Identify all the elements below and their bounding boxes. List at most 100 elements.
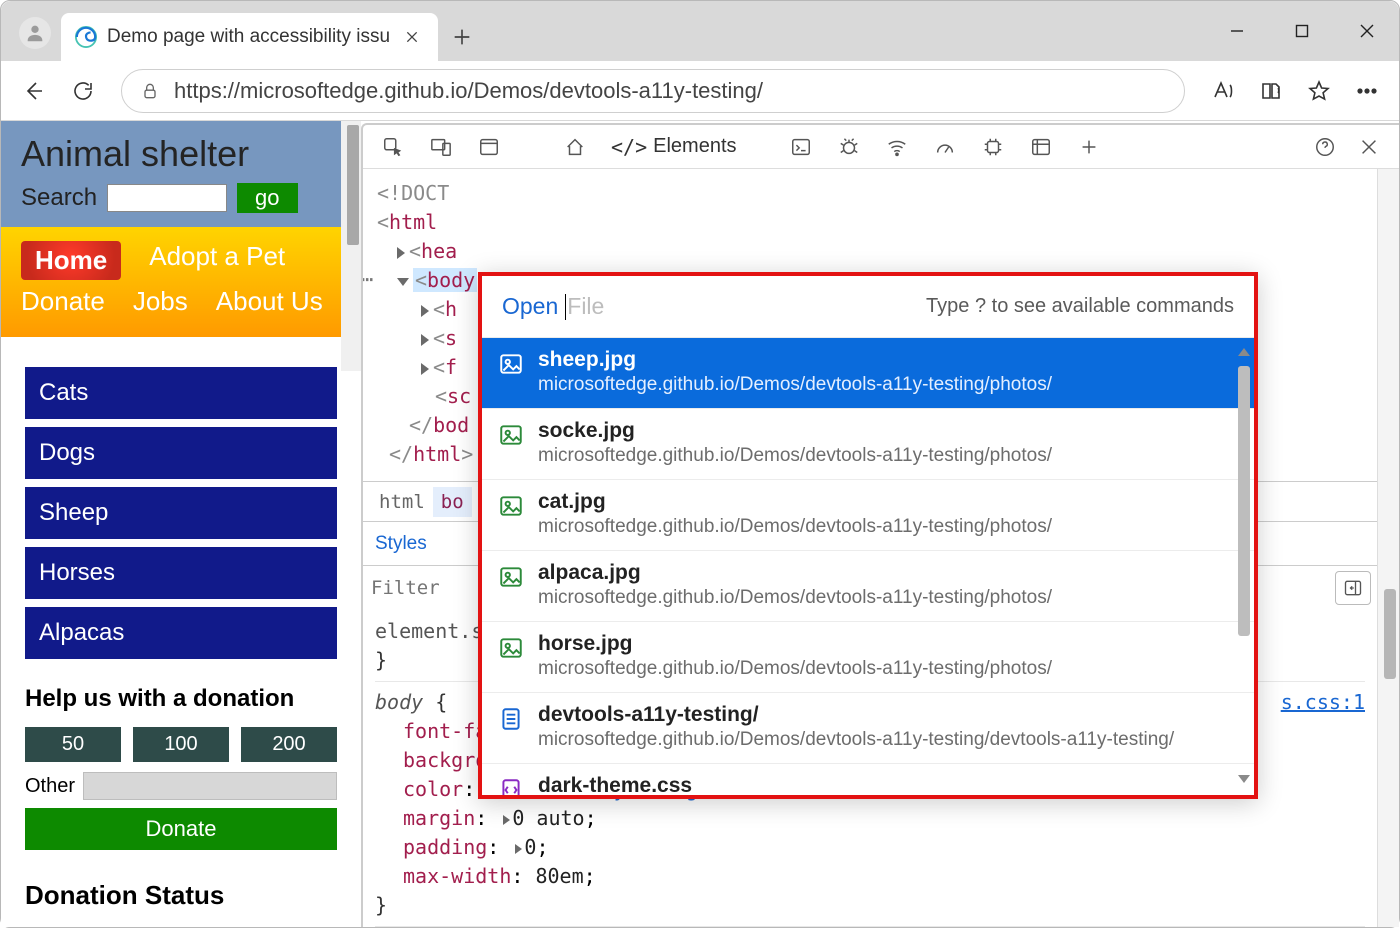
go-button[interactable]: go bbox=[237, 183, 297, 213]
favorite-button[interactable] bbox=[1297, 69, 1341, 113]
elements-tab[interactable]: </>Elements bbox=[603, 135, 745, 159]
search-label: Search bbox=[21, 184, 97, 212]
scroll-down-icon[interactable] bbox=[1238, 775, 1250, 783]
help-button[interactable] bbox=[1305, 127, 1345, 167]
donate-button[interactable]: Donate bbox=[25, 808, 337, 850]
devices-icon bbox=[430, 136, 452, 158]
site-scrollbar[interactable] bbox=[341, 121, 361, 371]
maximize-button[interactable] bbox=[1269, 1, 1334, 61]
list-item[interactable]: Alpacas bbox=[25, 607, 337, 659]
other-amount-input[interactable] bbox=[83, 772, 337, 800]
toggle-sidebar-button[interactable] bbox=[1335, 571, 1371, 605]
back-button[interactable] bbox=[11, 69, 55, 113]
command-result-item[interactable]: horse.jpgmicrosoftedge.github.io/Demos/d… bbox=[482, 622, 1254, 693]
add-tab-button[interactable] bbox=[1069, 127, 1109, 167]
nav-adopt[interactable]: Adopt a Pet bbox=[149, 241, 285, 280]
breadcrumb-item[interactable]: html bbox=[371, 487, 433, 517]
device-toggle[interactable] bbox=[421, 127, 461, 167]
refresh-button[interactable] bbox=[61, 69, 105, 113]
nav-donate[interactable]: Donate bbox=[21, 286, 105, 317]
scroll-up-icon[interactable] bbox=[1238, 348, 1250, 356]
css-source-link[interactable]: s.css:1 bbox=[1281, 688, 1365, 717]
nav-jobs[interactable]: Jobs bbox=[133, 286, 188, 317]
expand-icon[interactable] bbox=[421, 305, 429, 317]
command-placeholder: File bbox=[567, 293, 604, 320]
nav-home[interactable]: Home bbox=[21, 241, 121, 280]
console-icon bbox=[790, 136, 812, 158]
result-path: microsoftedge.github.io/Demos/devtools-a… bbox=[538, 587, 1052, 609]
devtools-scrollbar[interactable] bbox=[1377, 169, 1399, 927]
command-input-row[interactable]: Open File Type ? to see available comman… bbox=[482, 276, 1254, 338]
command-result-item[interactable]: dark-theme.css bbox=[482, 764, 1254, 795]
command-result-item[interactable]: cat.jpgmicrosoftedge.github.io/Demos/dev… bbox=[482, 480, 1254, 551]
expand-icon[interactable] bbox=[421, 334, 429, 346]
command-result-item[interactable]: devtools-a11y-testing/microsoftedge.gith… bbox=[482, 693, 1254, 764]
url-text: https://microsoftedge.github.io/Demos/de… bbox=[174, 78, 763, 104]
close-icon bbox=[1358, 136, 1380, 158]
site-header: Animal shelter Search go bbox=[1, 121, 361, 227]
command-hint: Type ? to see available commands bbox=[926, 295, 1234, 318]
command-result-item[interactable]: sheep.jpgmicrosoftedge.github.io/Demos/d… bbox=[482, 338, 1254, 409]
text-cursor bbox=[565, 294, 566, 320]
devtools-close-button[interactable] bbox=[1349, 127, 1389, 167]
ellipsis-icon[interactable]: ⋯ bbox=[363, 265, 373, 294]
command-scrollbar[interactable] bbox=[1238, 348, 1250, 755]
command-menu: Open File Type ? to see available comman… bbox=[478, 272, 1258, 799]
memory-tab[interactable] bbox=[973, 127, 1013, 167]
result-path: microsoftedge.github.io/Demos/devtools-a… bbox=[538, 729, 1174, 751]
collapse-icon[interactable] bbox=[397, 278, 409, 286]
list-item[interactable]: Dogs bbox=[25, 427, 337, 479]
close-window-button[interactable] bbox=[1334, 1, 1399, 61]
site-nav: Home Adopt a Pet Donate Jobs About Us bbox=[1, 227, 361, 337]
inspect-button[interactable] bbox=[373, 127, 413, 167]
new-tab-button[interactable] bbox=[438, 13, 486, 61]
expand-icon[interactable] bbox=[515, 844, 522, 854]
image-icon bbox=[498, 635, 524, 661]
donation-amount-button[interactable]: 200 bbox=[241, 727, 337, 762]
nav-about[interactable]: About Us bbox=[216, 286, 323, 317]
letter-icon bbox=[1211, 79, 1235, 103]
minimize-button[interactable] bbox=[1204, 1, 1269, 61]
tab-close-button[interactable] bbox=[400, 25, 424, 49]
immersive-reader-button[interactable] bbox=[1249, 69, 1293, 113]
panel-icon bbox=[478, 136, 500, 158]
tab-strip: Demo page with accessibility issu bbox=[1, 1, 1399, 61]
active-tab[interactable]: Demo page with accessibility issu bbox=[61, 13, 438, 61]
list-item[interactable]: Horses bbox=[25, 547, 337, 599]
command-result-item[interactable]: alpaca.jpgmicrosoftedge.github.io/Demos/… bbox=[482, 551, 1254, 622]
star-icon bbox=[1307, 79, 1331, 103]
profile-badge[interactable] bbox=[19, 17, 51, 49]
expand-icon[interactable] bbox=[421, 363, 429, 375]
url-input[interactable]: https://microsoftedge.github.io/Demos/de… bbox=[121, 69, 1185, 113]
application-tab[interactable] bbox=[1021, 127, 1061, 167]
welcome-tab[interactable] bbox=[469, 127, 509, 167]
gauge-icon bbox=[934, 136, 956, 158]
expand-icon[interactable] bbox=[397, 247, 405, 259]
search-input[interactable] bbox=[107, 184, 227, 212]
plus-icon bbox=[451, 26, 473, 48]
bug-icon bbox=[838, 136, 860, 158]
window-controls bbox=[1204, 1, 1399, 61]
expand-icon[interactable] bbox=[503, 815, 510, 825]
breadcrumb-item-selected[interactable]: bo bbox=[433, 487, 472, 517]
list-item[interactable]: Cats bbox=[25, 367, 337, 419]
maximize-icon bbox=[1295, 24, 1309, 38]
site-title: Animal shelter bbox=[21, 133, 341, 175]
network-tab[interactable] bbox=[877, 127, 917, 167]
list-item[interactable]: Sheep bbox=[25, 487, 337, 539]
command-result-list: sheep.jpgmicrosoftedge.github.io/Demos/d… bbox=[482, 338, 1254, 795]
read-aloud-button[interactable] bbox=[1201, 69, 1245, 113]
result-path: microsoftedge.github.io/Demos/devtools-a… bbox=[538, 658, 1052, 680]
performance-tab[interactable] bbox=[925, 127, 965, 167]
home-tab[interactable] bbox=[555, 127, 595, 167]
command-mode-label: Open bbox=[502, 293, 558, 320]
donation-amount-button[interactable]: 50 bbox=[25, 727, 121, 762]
more-button[interactable] bbox=[1345, 69, 1389, 113]
result-path: microsoftedge.github.io/Demos/devtools-a… bbox=[538, 374, 1052, 396]
donation-amount-button[interactable]: 100 bbox=[133, 727, 229, 762]
console-tab[interactable] bbox=[781, 127, 821, 167]
sources-tab[interactable] bbox=[829, 127, 869, 167]
result-title: alpaca.jpg bbox=[538, 561, 1052, 585]
result-title: dark-theme.css bbox=[538, 774, 692, 795]
command-result-item[interactable]: socke.jpgmicrosoftedge.github.io/Demos/d… bbox=[482, 409, 1254, 480]
